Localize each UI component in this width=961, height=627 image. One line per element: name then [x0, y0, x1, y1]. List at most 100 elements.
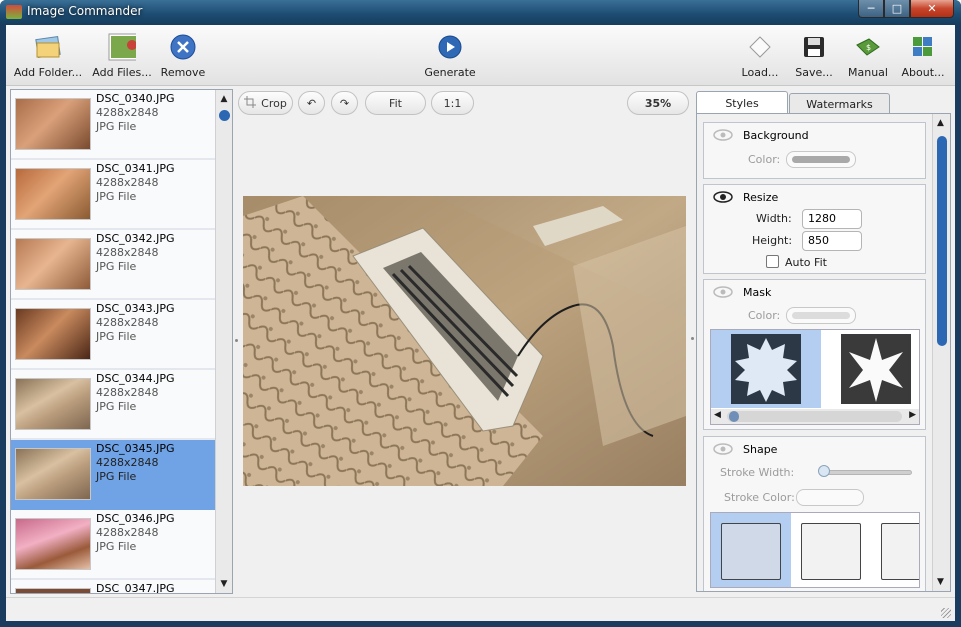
tab-styles-label: Styles [725, 96, 759, 110]
maximize-icon: □ [891, 2, 903, 15]
background-group: Background Color: [703, 122, 926, 179]
mask-group: Mask Color: ◀ ▶ [703, 279, 926, 430]
styles-list: Background Color: Resize Width: 1280 Hei… [696, 113, 951, 592]
rotate-left-button[interactable]: ↶ [298, 91, 325, 115]
add-folder-button[interactable]: Add Folder... [14, 33, 82, 81]
mask-option[interactable] [821, 330, 919, 408]
thumbnail-image [15, 98, 91, 150]
width-label: Width: [756, 212, 792, 225]
scroll-left-arrow[interactable]: ◀ [714, 410, 721, 420]
scroll-thumb[interactable] [937, 136, 947, 346]
save-label: Save... [795, 66, 833, 79]
scroll-down-arrow[interactable]: ▼ [216, 577, 232, 591]
height-field[interactable]: 850 [802, 231, 862, 251]
eye-icon[interactable] [713, 129, 733, 144]
file-dimensions: 4288x2848 [96, 106, 159, 119]
add-files-button[interactable]: Add Files... [92, 33, 152, 81]
scroll-thumb[interactable] [729, 411, 739, 422]
mask-gallery-scrollbar[interactable]: ◀ ▶ [711, 409, 919, 424]
shape-option-selected[interactable] [711, 513, 791, 587]
fit-button[interactable]: Fit [365, 91, 426, 115]
auto-fit-checkbox[interactable] [766, 255, 779, 268]
stroke-color-label: Stroke Color: [724, 491, 795, 504]
generate-label: Generate [424, 66, 476, 79]
eye-icon[interactable] [713, 286, 733, 301]
maximize-button[interactable]: □ [884, 0, 910, 18]
crop-icon [244, 95, 257, 111]
about-label: About... [901, 66, 945, 79]
status-bar [6, 597, 955, 621]
about-button[interactable]: About... [899, 33, 947, 81]
file-name: DSC_0341.JPG [96, 162, 175, 175]
resize-group: Resize Width: 1280 Height: 850 Auto Fit [703, 184, 926, 274]
height-label: Height: [752, 234, 793, 247]
right-splitter[interactable] [691, 337, 694, 340]
file-dimensions: 4288x2848 [96, 456, 159, 469]
file-type: JPG File [96, 120, 137, 133]
scroll-right-arrow[interactable]: ▶ [909, 410, 916, 420]
one-to-one-button[interactable]: 1:1 [431, 91, 474, 115]
stroke-width-slider[interactable] [820, 470, 912, 475]
eye-icon[interactable] [713, 191, 733, 206]
generate-button[interactable]: Generate [424, 33, 476, 81]
file-dimensions: 4288x2848 [96, 386, 159, 399]
file-name: DSC_0346.JPG [96, 512, 175, 525]
crop-button[interactable]: Crop [238, 91, 293, 115]
stroke-color-picker[interactable] [796, 489, 864, 506]
file-item[interactable]: DSC_0340.JPG 4288x2848 JPG File [11, 90, 215, 160]
save-button[interactable]: Save... [795, 33, 833, 81]
file-type: JPG File [96, 400, 137, 413]
file-type: JPG File [96, 260, 137, 273]
mask-option-selected[interactable] [711, 330, 821, 408]
scroll-thumb[interactable] [219, 110, 230, 121]
file-dimensions: 4288x2848 [96, 526, 159, 539]
app-icon [6, 5, 22, 19]
file-type: JPG File [96, 540, 137, 553]
background-color-picker[interactable] [786, 151, 856, 168]
resize-grip-icon[interactable] [941, 608, 951, 618]
tab-watermarks[interactable]: Watermarks [789, 93, 890, 114]
shape-option[interactable] [801, 523, 861, 580]
rotate-right-button[interactable]: ↷ [331, 91, 358, 115]
file-dimensions: 4288x2848 [96, 176, 159, 189]
file-list-scrollbar[interactable]: ▲ ▼ [215, 90, 232, 593]
fit-label: Fit [389, 96, 402, 110]
styles-scrollbar[interactable]: ▲ ▼ [932, 114, 950, 591]
file-type: JPG File [96, 330, 137, 343]
width-field[interactable]: 1280 [802, 209, 862, 229]
thumbnail-image [15, 168, 91, 220]
close-button[interactable]: ✕ [910, 0, 954, 18]
thumbnail-image [15, 378, 91, 430]
file-item[interactable]: DSC_0341.JPG 4288x2848 JPG File [11, 160, 215, 230]
scroll-up-arrow[interactable]: ▲ [937, 118, 944, 128]
one-to-one-label: 1:1 [443, 96, 462, 110]
resize-title: Resize [743, 191, 779, 204]
slider-handle[interactable] [818, 465, 830, 477]
window-title: Image Commander [27, 4, 143, 18]
file-dimensions: 4288x2848 [96, 316, 159, 329]
zoom-level[interactable]: 35% [627, 91, 689, 115]
file-dimensions: 4288x2848 [96, 246, 159, 259]
minimize-icon: ─ [867, 2, 875, 15]
remove-button[interactable]: Remove [160, 33, 206, 81]
svg-text:$: $ [866, 43, 871, 52]
file-item[interactable]: DSC_0343.JPG 4288x2848 JPG File [11, 300, 215, 370]
eye-icon[interactable] [713, 443, 733, 458]
mask-color-picker[interactable] [786, 307, 856, 324]
manual-button[interactable]: $ Manual [848, 33, 888, 81]
minimize-button[interactable]: ─ [858, 0, 884, 18]
load-button[interactable]: Load... [740, 33, 780, 81]
file-name: DSC_0345.JPG [96, 442, 175, 455]
scroll-down-arrow[interactable]: ▼ [937, 577, 944, 587]
file-name: DSC_0344.JPG [96, 372, 175, 385]
file-item[interactable]: DSC_0346.JPG 4288x2848 JPG File [11, 510, 215, 580]
file-item[interactable]: DSC_0344.JPG 4288x2848 JPG File [11, 370, 215, 440]
shape-option[interactable] [881, 523, 919, 580]
file-item[interactable]: DSC_0347.JPG [11, 580, 215, 593]
manual-label: Manual [848, 66, 888, 79]
file-item-selected[interactable]: DSC_0345.JPG 4288x2848 JPG File [11, 440, 215, 510]
load-icon [746, 33, 774, 61]
tab-styles[interactable]: Styles [696, 91, 788, 114]
scroll-up-arrow[interactable]: ▲ [216, 92, 232, 106]
file-item[interactable]: DSC_0342.JPG 4288x2848 JPG File [11, 230, 215, 300]
